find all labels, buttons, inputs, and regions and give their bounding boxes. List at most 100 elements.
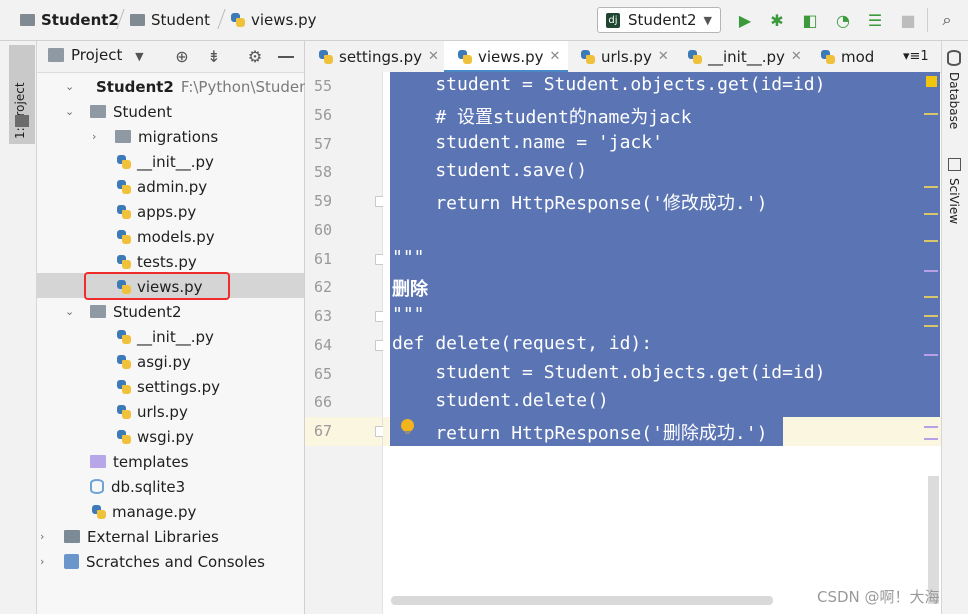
close-icon[interactable]: ✕ [428,49,439,64]
tree-item-wsgi[interactable]: wsgi.py [37,424,304,449]
coverage-icon[interactable]: ◧ [800,10,820,30]
tree-item-asgi[interactable]: asgi.py [37,349,304,374]
database-file-icon [90,479,104,494]
run-configuration-select[interactable]: dj Student2 ▼ [597,7,721,33]
chevron-down-icon: ⌄ [65,105,75,118]
project-folder-icon [15,115,29,127]
tab-mod[interactable]: mod [809,41,899,72]
breadcrumb-student[interactable]: Student [130,0,210,40]
chevron-down-icon: ⌄ [65,80,75,93]
watermark: CSDN @啊！大海 [817,588,940,606]
line-number: 62 [313,278,332,296]
python-file-icon [117,254,131,269]
error-stripe-mark[interactable] [924,325,938,327]
search-icon[interactable]: ⌕ [937,10,957,30]
tree-item-label: manage.py [112,502,197,521]
python-file-icon [458,49,472,64]
close-icon[interactable]: ✕ [791,49,802,64]
tree-item-label: wsgi.py [137,427,194,446]
line-number: 66 [313,393,332,411]
hide-icon[interactable] [278,56,294,58]
tree-item-scratches[interactable]: › Scratches and Consoles [37,549,304,574]
tab-init[interactable]: __init__.py ✕ [674,41,809,72]
tree-item-student2-package[interactable]: ⌄ Student2 [37,299,304,324]
tree-item-admin[interactable]: admin.py [37,174,304,199]
error-stripe-mark[interactable] [924,438,938,440]
sciview-icon [948,158,961,171]
tree-item-init-student2[interactable]: __init__.py [37,324,304,349]
sciview-tool-window-tab[interactable]: SciView [947,178,961,224]
database-tool-window-tab[interactable]: Database [947,72,961,129]
error-stripe-mark[interactable] [924,113,938,115]
tab-label: urls.py [601,47,652,66]
collapse-all-icon[interactable]: ⇟ [204,46,224,66]
tree-item-project-root[interactable]: ⌄ Student2 F:\Python\Student2 [37,74,324,99]
tab-urls[interactable]: urls.py ✕ [568,41,674,72]
tree-item-label: Student [113,102,173,121]
project-path: F:\Python\Student2 [180,77,325,96]
project-view-select[interactable]: Project ▼ [71,46,144,64]
error-stripe-mark[interactable] [924,296,938,298]
tree-item-migrations[interactable]: › migrations [37,124,304,149]
horizontal-scrollbar[interactable] [391,596,773,605]
line-number: 64 [313,336,332,354]
debug-icon[interactable]: ✱ [767,10,787,30]
profile-icon[interactable]: ◔ [833,10,853,30]
django-icon: dj [606,12,620,28]
python-file-icon [319,49,333,64]
inspection-status-icon[interactable] [926,76,937,87]
error-stripe-mark[interactable] [924,426,938,428]
locate-icon[interactable]: ⊕ [172,46,192,66]
vertical-scrollbar[interactable] [928,476,939,604]
tree-item-tests[interactable]: tests.py [37,249,304,274]
tree-item-label: __init__.py [137,327,214,346]
library-icon [64,530,80,543]
tree-item-apps[interactable]: apps.py [37,199,304,224]
tree-item-urls[interactable]: urls.py [37,399,304,424]
folder-icon [90,105,106,118]
python-file-icon [821,49,835,64]
tree-item-db-sqlite3[interactable]: db.sqlite3 [37,474,304,499]
tab-settings[interactable]: settings.py ✕ [305,41,443,72]
project-tool-window-tab[interactable]: 1: Project [9,45,35,144]
error-stripe-mark[interactable] [924,270,938,272]
tree-item-student-folder[interactable]: ⌄ Student [37,99,304,124]
tree-item-label: __init__.py [137,152,214,171]
chevron-down-icon: ▼ [135,50,144,63]
annotation-highlight-box [84,272,230,300]
toolbar-divider [927,8,928,32]
code-line: student.save() [392,160,588,181]
python-file-icon [581,49,595,64]
folder-icon [90,455,106,468]
error-stripe-mark[interactable] [924,213,938,215]
breadcrumb-label: Student [151,11,211,29]
stop-icon[interactable]: ■ [898,10,918,30]
project-view-label: Project [71,46,123,64]
gear-icon[interactable]: ⚙ [245,46,265,66]
tree-item-label: migrations [138,127,219,146]
tree-item-label: urls.py [137,402,188,421]
close-icon[interactable]: ✕ [550,49,561,64]
tree-item-init-student[interactable]: __init__.py [37,149,304,174]
breadcrumb-file[interactable]: views.py [231,0,317,40]
code-line: # 设置student的name为jack [392,107,692,128]
build-icon[interactable]: ☰ [865,10,885,30]
error-stripe-mark[interactable] [924,315,938,317]
error-stripe-mark[interactable] [924,240,938,242]
tab-views[interactable]: views.py ✕ [444,41,568,73]
breadcrumb-project[interactable]: Student2 [20,0,119,40]
tree-item-manage[interactable]: manage.py [37,499,304,524]
line-number: 65 [313,365,332,383]
tree-item-models[interactable]: models.py [37,224,304,249]
code-line: """ [392,304,425,325]
tree-item-templates[interactable]: templates [37,449,304,474]
tree-item-settings[interactable]: settings.py [37,374,304,399]
run-icon[interactable]: ▶ [735,10,755,30]
python-file-icon [117,329,131,344]
error-stripe-mark[interactable] [924,354,938,356]
tree-item-external-libraries[interactable]: › External Libraries [37,524,304,549]
error-stripe-mark[interactable] [924,186,938,188]
close-icon[interactable]: ✕ [658,49,669,64]
chevron-down-icon: ⌄ [65,305,75,318]
tab-overflow-menu[interactable]: ▾≡ 1 [903,41,939,72]
